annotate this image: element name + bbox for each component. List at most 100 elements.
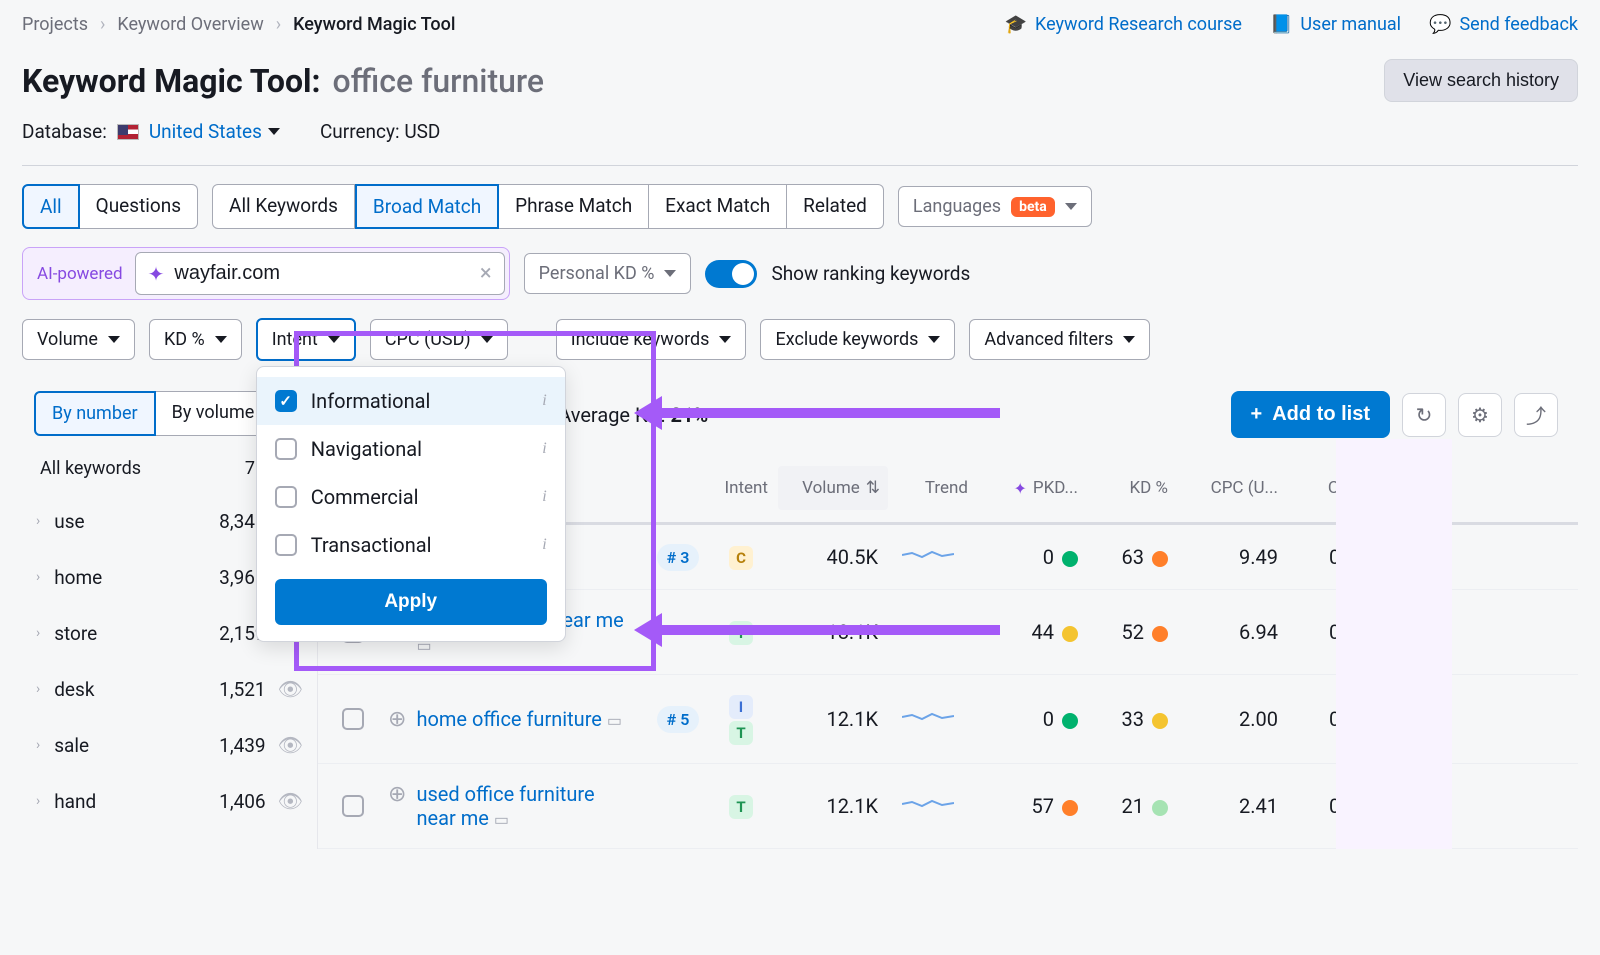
tab-broad-match[interactable]: Broad Match [355, 184, 499, 229]
sidebar-item[interactable]: ›hand1,406👁 [22, 773, 317, 829]
row-checkbox[interactable] [342, 708, 364, 730]
show-ranking-toggle[interactable] [705, 260, 757, 288]
breadcrumb-overview[interactable]: Keyword Overview [117, 14, 263, 35]
link-send-feedback[interactable]: 💬 Send feedback [1429, 14, 1578, 35]
exclude-keywords-filter[interactable]: Exclude keywords [760, 319, 955, 360]
tab-by-number[interactable]: By number [34, 391, 156, 436]
view-search-history-button[interactable]: View search history [1384, 59, 1578, 102]
currency-label: Currency: [320, 120, 400, 143]
domain-input[interactable] [174, 262, 469, 285]
intent-option-transactional[interactable]: Transactional i [257, 521, 565, 569]
add-to-list-button[interactable]: + Add to list [1231, 391, 1390, 438]
col-pkd[interactable]: ✦PKD... [978, 478, 1088, 498]
cell-pkd: 0 [978, 707, 1088, 731]
sparkle-icon: ✦ [148, 262, 165, 286]
chevron-down-icon [108, 336, 120, 343]
intent-option-navigational[interactable]: Navigational i [257, 425, 565, 473]
annotation-arrow [660, 625, 1000, 635]
chevron-down-icon [664, 270, 676, 277]
cell-volume: 12.1K [778, 707, 888, 731]
sidebar-item-label: sale [54, 734, 89, 757]
sidebar-item-count: 1,406 [219, 790, 265, 813]
refresh-button[interactable]: ↻ [1402, 393, 1446, 437]
tab-all[interactable]: All [22, 184, 80, 229]
link-research-course[interactable]: 🎓 Keyword Research course [1005, 14, 1242, 35]
tab-exact-match[interactable]: Exact Match [649, 184, 787, 229]
tab-by-volume[interactable]: By volume [156, 391, 272, 436]
chevron-right-icon: › [36, 681, 40, 697]
languages-dropdown[interactable]: Languages beta [898, 186, 1092, 227]
tab-related[interactable]: Related [787, 184, 884, 229]
plus-icon: + [1251, 403, 1263, 426]
personal-kd-dropdown[interactable]: Personal KD % [524, 253, 692, 294]
database-select[interactable]: United States [149, 120, 280, 143]
difficulty-dot-icon [1062, 551, 1078, 567]
difficulty-dot-icon [1152, 713, 1168, 729]
eye-icon[interactable]: 👁 [278, 789, 303, 813]
sidebar-all-keywords[interactable]: All keywords [40, 458, 141, 479]
col-intent[interactable]: Intent [718, 478, 778, 498]
checkbox-checked-icon: ✓ [275, 390, 297, 412]
chevron-right-icon: › [276, 14, 281, 35]
intent-filter[interactable]: Intent [256, 318, 356, 361]
sort-desc-icon: ⇅ [866, 478, 880, 498]
chevron-right-icon: › [36, 737, 40, 753]
tab-all-keywords[interactable]: All Keywords [212, 184, 355, 229]
intent-option-commercial[interactable]: Commercial i [257, 473, 565, 521]
cell-trend [888, 794, 978, 818]
export-icon: ⤴ [1526, 400, 1546, 429]
cell-pkd: 57 [978, 794, 1088, 818]
intent-apply-button[interactable]: Apply [275, 579, 547, 625]
difficulty-dot-icon [1152, 800, 1168, 816]
cell-trend [888, 545, 978, 569]
cpc-filter[interactable]: CPC (USD) [370, 319, 508, 360]
volume-filter[interactable]: Volume [22, 319, 135, 360]
intent-dropdown-popup: ✓ Informational i Navigational i Commerc… [256, 366, 566, 642]
link-user-manual[interactable]: 📘 User manual [1270, 14, 1401, 35]
cell-volume: 40.5K [778, 545, 888, 569]
sidebar-item[interactable]: ›sale1,439👁 [22, 717, 317, 773]
info-icon: i [542, 392, 546, 410]
cell-kd: 33 [1088, 707, 1178, 731]
kd-filter[interactable]: KD % [149, 319, 242, 360]
advanced-filters[interactable]: Advanced filters [969, 319, 1150, 360]
cell-cpc: 2.41 [1178, 794, 1288, 818]
sidebar-item-count: 1,521 [219, 678, 265, 701]
include-keywords-filter[interactable]: Include keywords [556, 319, 747, 360]
clear-domain-icon[interactable]: × [480, 261, 492, 286]
cell-cpc: 6.94 [1178, 620, 1288, 644]
eye-icon[interactable]: 👁 [278, 677, 303, 701]
gear-icon: ⚙ [1471, 403, 1489, 427]
chevron-down-icon [719, 336, 731, 343]
refresh-icon: ↻ [1416, 403, 1433, 427]
col-kd[interactable]: KD % [1088, 478, 1178, 498]
expand-icon[interactable]: ⊕ [388, 782, 406, 807]
cell-pkd: 0 [978, 545, 1088, 569]
tab-phrase-match[interactable]: Phrase Match [499, 184, 649, 229]
difficulty-dot-icon [1152, 551, 1168, 567]
breadcrumb-projects[interactable]: Projects [22, 14, 88, 35]
tab-questions[interactable]: Questions [80, 184, 198, 229]
serp-icon[interactable]: ▭ [494, 810, 509, 829]
chevron-down-icon [328, 336, 340, 343]
chevron-down-icon [928, 336, 940, 343]
keyword-link[interactable]: home office furniture [416, 707, 601, 731]
col-cpc[interactable]: CPC (U... [1178, 478, 1288, 498]
settings-button[interactable]: ⚙ [1458, 393, 1502, 437]
col-volume[interactable]: Volume⇅ [778, 466, 888, 510]
flag-us-icon [117, 124, 139, 140]
serp-icon[interactable]: ▭ [607, 711, 622, 730]
cell-cpc: 9.49 [1178, 545, 1288, 569]
row-checkbox[interactable] [342, 795, 364, 817]
chevron-down-icon [215, 336, 227, 343]
intent-badge: T [729, 795, 753, 819]
sidebar-item[interactable]: ›desk1,521👁 [22, 661, 317, 717]
title-keyword: office furniture [333, 62, 545, 100]
col-trend[interactable]: Trend [888, 478, 978, 498]
intent-option-informational[interactable]: ✓ Informational i [257, 377, 565, 425]
export-button[interactable]: ⤴ [1514, 393, 1558, 437]
chevron-down-icon [268, 128, 280, 135]
annotation-arrow [660, 408, 1000, 418]
eye-icon[interactable]: 👁 [278, 733, 303, 757]
expand-icon[interactable]: ⊕ [388, 707, 406, 732]
